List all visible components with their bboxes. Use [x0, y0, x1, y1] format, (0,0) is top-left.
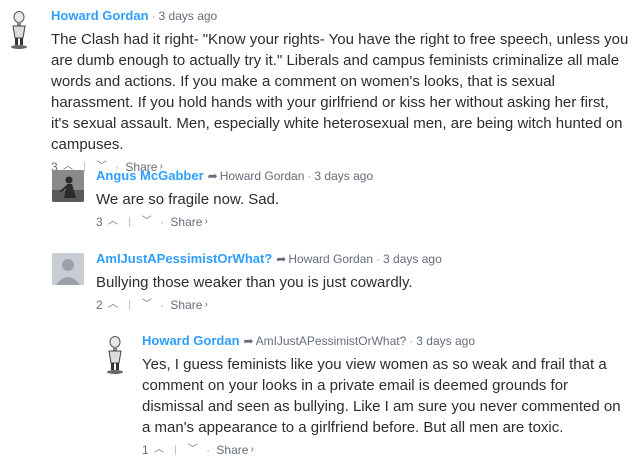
comment-header: Howard Gordan · 3 days ago [51, 8, 629, 24]
author-link[interactable]: Howard Gordan [51, 8, 149, 23]
upvote-count: 2 [96, 297, 103, 312]
downvote-icon[interactable]: ﹀ [142, 215, 152, 229]
comment-text: The Clash had it right- "Know your right… [51, 31, 629, 153]
comment-header: AmIJustAPessimistOrWhat? ➦ Howard Gordan · 3… [96, 251, 626, 267]
timestamp[interactable]: 3 days ago [159, 9, 218, 23]
comment-footer: 2 ︿ ﹀ · Share › [96, 297, 626, 312]
timestamp[interactable]: 3 days ago [416, 334, 475, 348]
separator-dot: · [409, 334, 414, 348]
comment-header: Angus McGabber ➦ Howard Gordan · 3 days ago [96, 168, 626, 184]
figure-avatar-icon[interactable] [8, 10, 38, 49]
upvote-icon[interactable]: ︿ [108, 215, 118, 229]
reply-to-link[interactable]: Howard Gordan [288, 252, 373, 266]
comment-footer: 1 ︿ ﹀ · Share › [142, 442, 630, 457]
reply-arrow-icon: ➦ [243, 334, 254, 348]
author-link[interactable]: Howard Gordan [142, 333, 240, 348]
reply-to-link[interactable]: AmIJustAPessimistOrWhat? [256, 334, 407, 348]
comment-header: Howard Gordan ➦ AmIJustAPessimistOrWhat? · 3… [142, 333, 630, 349]
comment-body: Howard Gordan · 3 days ago The Clash had i… [51, 8, 629, 174]
share-label: Share [170, 298, 203, 313]
downvote-icon[interactable]: ﹀ [142, 298, 152, 312]
timestamp[interactable]: 3 days ago [314, 169, 373, 183]
figure-avatar-icon[interactable] [104, 335, 134, 374]
comment-text: We are so fragile now. Sad. [96, 191, 280, 208]
separator-dot: · [376, 252, 381, 266]
comment-text: Yes, I guess feminists like you view wom… [142, 356, 621, 436]
separator-dot: · [151, 9, 156, 23]
reply-arrow-icon: ➦ [207, 169, 218, 183]
share-label: Share [216, 443, 249, 457]
vote-divider [129, 299, 131, 310]
comment-body: Angus McGabber ➦ Howard Gordan · 3 days ago … [96, 168, 626, 229]
downvote-icon[interactable]: ﹀ [188, 443, 198, 457]
separator-dot: · [307, 169, 312, 183]
comment-body: Howard Gordan ➦ AmIJustAPessimistOrWhat? · 3… [142, 333, 630, 457]
separator-dot: · [160, 297, 165, 312]
chevron-right-icon: › [204, 299, 208, 311]
comment-footer: 3 ︿ ﹀ · Share › [96, 214, 626, 229]
upvote-count: 3 [96, 214, 103, 229]
reply-to-link[interactable]: Howard Gordan [220, 169, 305, 183]
upvote-icon[interactable]: ︿ [154, 443, 164, 457]
upvote-count: 1 [142, 442, 149, 457]
author-link[interactable]: Angus McGabber [96, 168, 204, 183]
share-link[interactable]: Share › [170, 214, 207, 229]
separator-dot: · [206, 442, 211, 457]
chevron-right-icon: › [204, 216, 208, 228]
timestamp[interactable]: 3 days ago [383, 252, 442, 266]
separator-dot: · [160, 214, 165, 229]
reply-arrow-icon: ➦ [276, 252, 287, 266]
comment-body: AmIJustAPessimistOrWhat? ➦ Howard Gordan · 3… [96, 251, 626, 312]
photo-avatar-icon[interactable] [52, 170, 84, 202]
share-link[interactable]: Share › [170, 297, 207, 312]
vote-divider [84, 161, 86, 172]
vote-divider [129, 216, 131, 227]
upvote-icon[interactable]: ︿ [108, 298, 118, 312]
author-link[interactable]: AmIJustAPessimistOrWhat? [96, 251, 272, 266]
share-link[interactable]: Share › [216, 442, 253, 457]
chevron-right-icon: › [250, 444, 254, 456]
share-label: Share [170, 215, 203, 230]
default-avatar-icon[interactable] [52, 253, 84, 285]
vote-divider [175, 444, 177, 455]
comment-text: Bullying those weaker than you is just c… [96, 274, 413, 291]
